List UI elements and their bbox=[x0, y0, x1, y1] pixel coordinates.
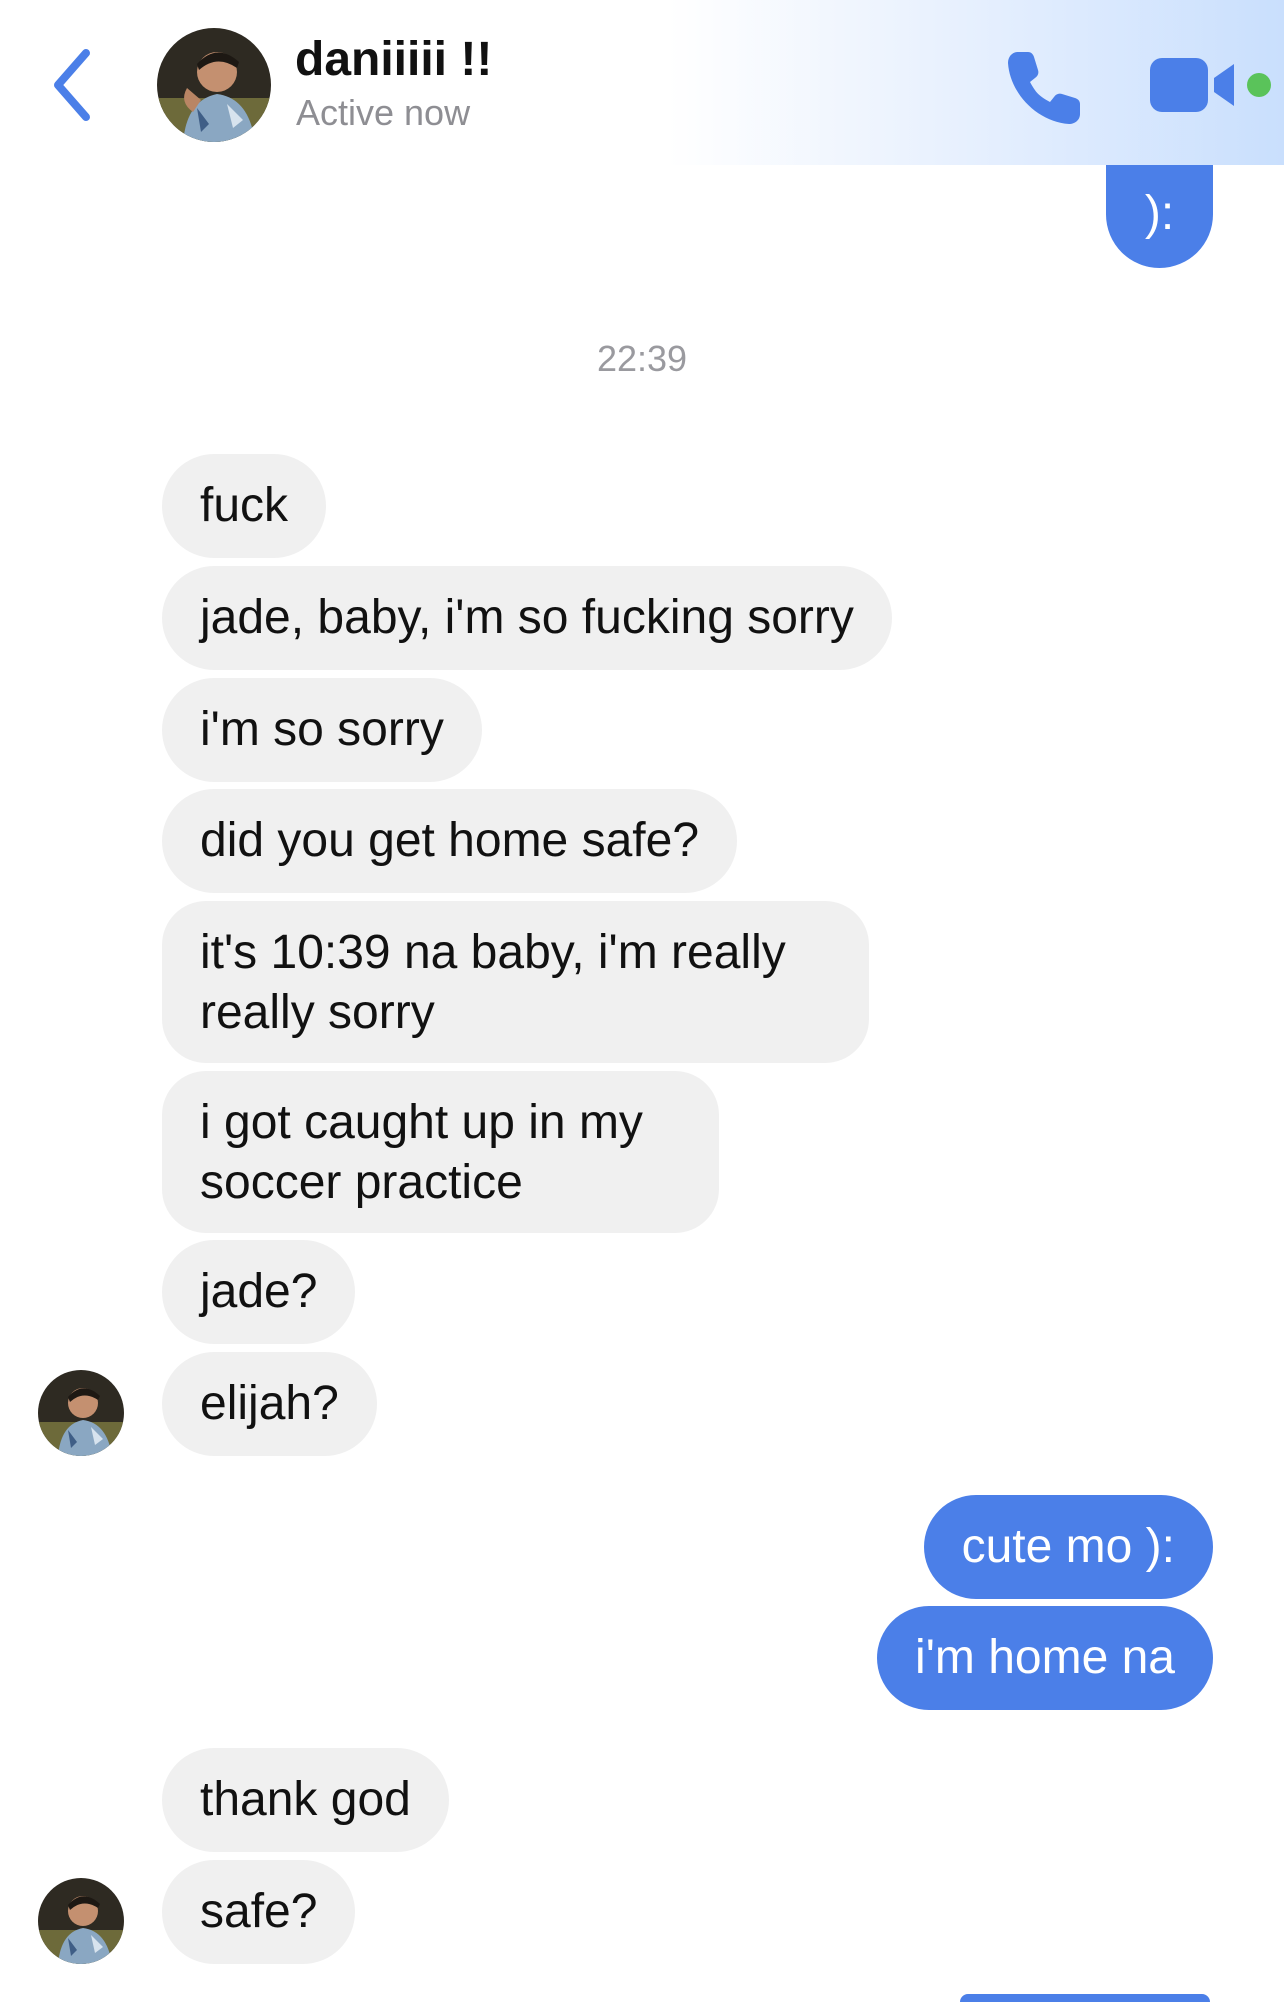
avatar-photo bbox=[38, 1370, 124, 1456]
video-camera-icon bbox=[1150, 58, 1234, 112]
active-indicator-dot bbox=[1247, 73, 1271, 97]
back-button[interactable] bbox=[46, 45, 106, 125]
message-bubble-incoming[interactable]: i got caught up in my soccer practice bbox=[162, 1071, 719, 1233]
message-bubble-incoming[interactable]: i'm so sorry bbox=[162, 678, 482, 782]
message-bubble-outgoing[interactable]: cute mo ): bbox=[923, 1495, 1213, 1599]
message-timestamp: 22:39 bbox=[596, 338, 688, 379]
active-status: Active now bbox=[296, 92, 471, 133]
chevron-left-icon bbox=[54, 49, 90, 121]
chat-screen: daniiiii !! Active now ): 22:39 fuck jad… bbox=[0, 0, 1284, 2002]
message-bubble-incoming[interactable]: safe? bbox=[162, 1860, 356, 1964]
message-bubble-incoming[interactable]: elijah? bbox=[162, 1352, 377, 1456]
message-bubble-incoming[interactable]: jade, baby, i'm so fucking sorry bbox=[162, 566, 892, 670]
chat-header: daniiiii !! Active now bbox=[0, 0, 1284, 165]
video-call-button[interactable] bbox=[1148, 52, 1240, 118]
message-bubble-incoming[interactable]: did you get home safe? bbox=[162, 789, 738, 893]
audio-call-button[interactable] bbox=[1002, 44, 1088, 130]
next-message-edge bbox=[960, 1994, 1210, 2002]
phone-icon bbox=[1008, 52, 1080, 124]
message-bubble-incoming[interactable]: fuck bbox=[162, 454, 327, 558]
message-bubble-incoming[interactable]: jade? bbox=[162, 1240, 356, 1344]
sender-avatar[interactable] bbox=[38, 1878, 124, 1964]
message-bubble-outgoing[interactable]: i'm home na bbox=[877, 1606, 1213, 1710]
message-bubble-outgoing[interactable]: ): bbox=[1106, 160, 1213, 268]
contact-name[interactable]: daniiiii !! bbox=[295, 32, 492, 87]
message-bubble-incoming[interactable]: it's 10:39 na baby, i'm really really so… bbox=[162, 901, 869, 1063]
contact-avatar[interactable] bbox=[157, 28, 271, 142]
avatar-photo bbox=[38, 1878, 124, 1964]
sender-avatar[interactable] bbox=[38, 1370, 124, 1456]
message-bubble-incoming[interactable]: thank god bbox=[162, 1748, 449, 1852]
avatar-photo bbox=[157, 28, 271, 142]
